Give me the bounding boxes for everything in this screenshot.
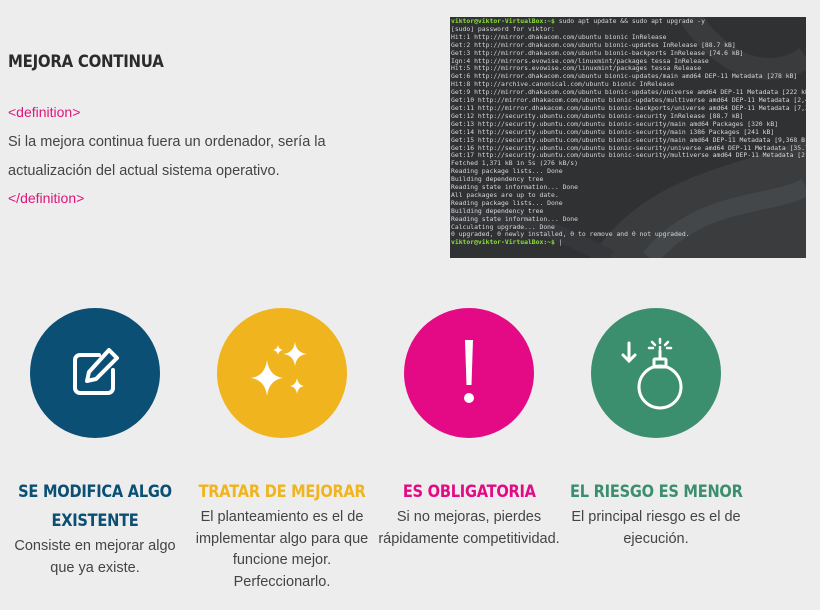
terminal-text: Get:15 http://security.ubuntu.com/ubuntu… [451, 135, 806, 144]
terminal-text: Reading package lists... Done [451, 198, 563, 207]
terminal-text: All packages are up to date. [451, 190, 559, 199]
terminal-screenshot: viktor@viktor-VirtualBox:~$ sudo apt upd… [450, 17, 806, 258]
terminal-text: Get:9 http://mirror.dhakacom.com/ubuntu … [451, 88, 806, 97]
terminal-text: Hit:8 http://archive.canonical.com/ubunt… [451, 80, 675, 89]
terminal-prompt: viktor@viktor-VirtualBox:~$ [451, 17, 555, 25]
feature-circle [217, 308, 347, 438]
definition-text: Si la mejora continua fuera un ordenador… [8, 134, 326, 179]
terminal-text: sudo apt update && sudo apt upgrade -y [554, 17, 705, 25]
exclamation-icon [454, 338, 484, 408]
sparkles-icon [247, 338, 317, 408]
feature-circle [404, 308, 534, 438]
terminal-text: Reading state information... Done [451, 183, 578, 192]
terminal-text: Get:14 http://security.ubuntu.com/ubuntu… [451, 127, 775, 136]
definition-close-tag: </definition> [8, 190, 85, 206]
feature-circle [30, 308, 160, 438]
terminal-text: Hit:5 http://mirrors.evowise.com/linuxmi… [451, 64, 702, 73]
feature-description: Consiste en mejorar algo que ya existe. [14, 538, 176, 576]
feature-description: Si no mejoras, pierdes rápidamente compe… [378, 509, 560, 547]
feature-description: El planteamiento es el de implementar al… [195, 509, 369, 590]
bomb-icon [616, 333, 696, 413]
terminal-text: Building dependency tree [451, 206, 544, 215]
definition-open-tag: <definition> [8, 104, 81, 120]
terminal-text: Get:12 http://security.ubuntu.com/ubuntu… [451, 111, 744, 120]
terminal-text: 0 upgraded, 0 newly installed, 0 to remo… [451, 230, 690, 239]
feature-title: SE MODIFICA ALGO EXISTENTE [18, 482, 172, 531]
terminal-text: Get:10 http://mirror.dhakacom.com/ubuntu… [451, 96, 806, 105]
edit-icon [65, 343, 125, 403]
terminal-line: viktor@viktor-VirtualBox:~$ | [451, 238, 806, 247]
terminal-text: Reading package lists... Done [451, 167, 563, 176]
terminal-text: Fetched 1,371 kB in 5s (276 kB/s) [451, 159, 578, 168]
terminal-text: Get:13 http://security.ubuntu.com/ubuntu… [451, 119, 779, 128]
terminal-text: Calculating upgrade... Done [451, 222, 555, 231]
terminal-prompt: viktor@viktor-VirtualBox:~$ [451, 238, 555, 247]
terminal-text: | [554, 238, 563, 247]
feature-circle [591, 308, 721, 438]
terminal-text: Get:16 http://security.ubuntu.com/ubuntu… [451, 143, 806, 152]
terminal-text: Get:6 http://mirror.dhakacom.com/ubuntu … [451, 72, 798, 81]
terminal-text: [sudo] password for viktor: [451, 24, 555, 33]
terminal-text: Get:3 http://mirror.dhakacom.com/ubuntu … [451, 48, 744, 57]
terminal-text: Ign:4 http://mirrors.evowise.com/linuxmi… [451, 56, 709, 65]
terminal-text: Building dependency tree [451, 175, 544, 184]
terminal-text: Reading state information... Done [451, 214, 578, 223]
terminal-output: viktor@viktor-VirtualBox:~$ sudo apt upd… [451, 17, 806, 247]
feature-description: El principal riesgo es el de ejecución. [571, 509, 741, 547]
section-heading: MEJORA CONTINUA [8, 52, 164, 72]
terminal-text: Get:11 http://mirror.dhakacom.com/ubuntu… [451, 103, 806, 112]
terminal-text: Hit:1 http://mirror.dhakacom.com/ubuntu … [451, 32, 667, 41]
feature-title: EL RIESGO ES MENOR [569, 482, 743, 502]
terminal-text: Get:17 http://security.ubuntu.com/ubuntu… [451, 151, 806, 160]
terminal-text: Get:2 http://mirror.dhakacom.com/ubuntu … [451, 40, 736, 49]
